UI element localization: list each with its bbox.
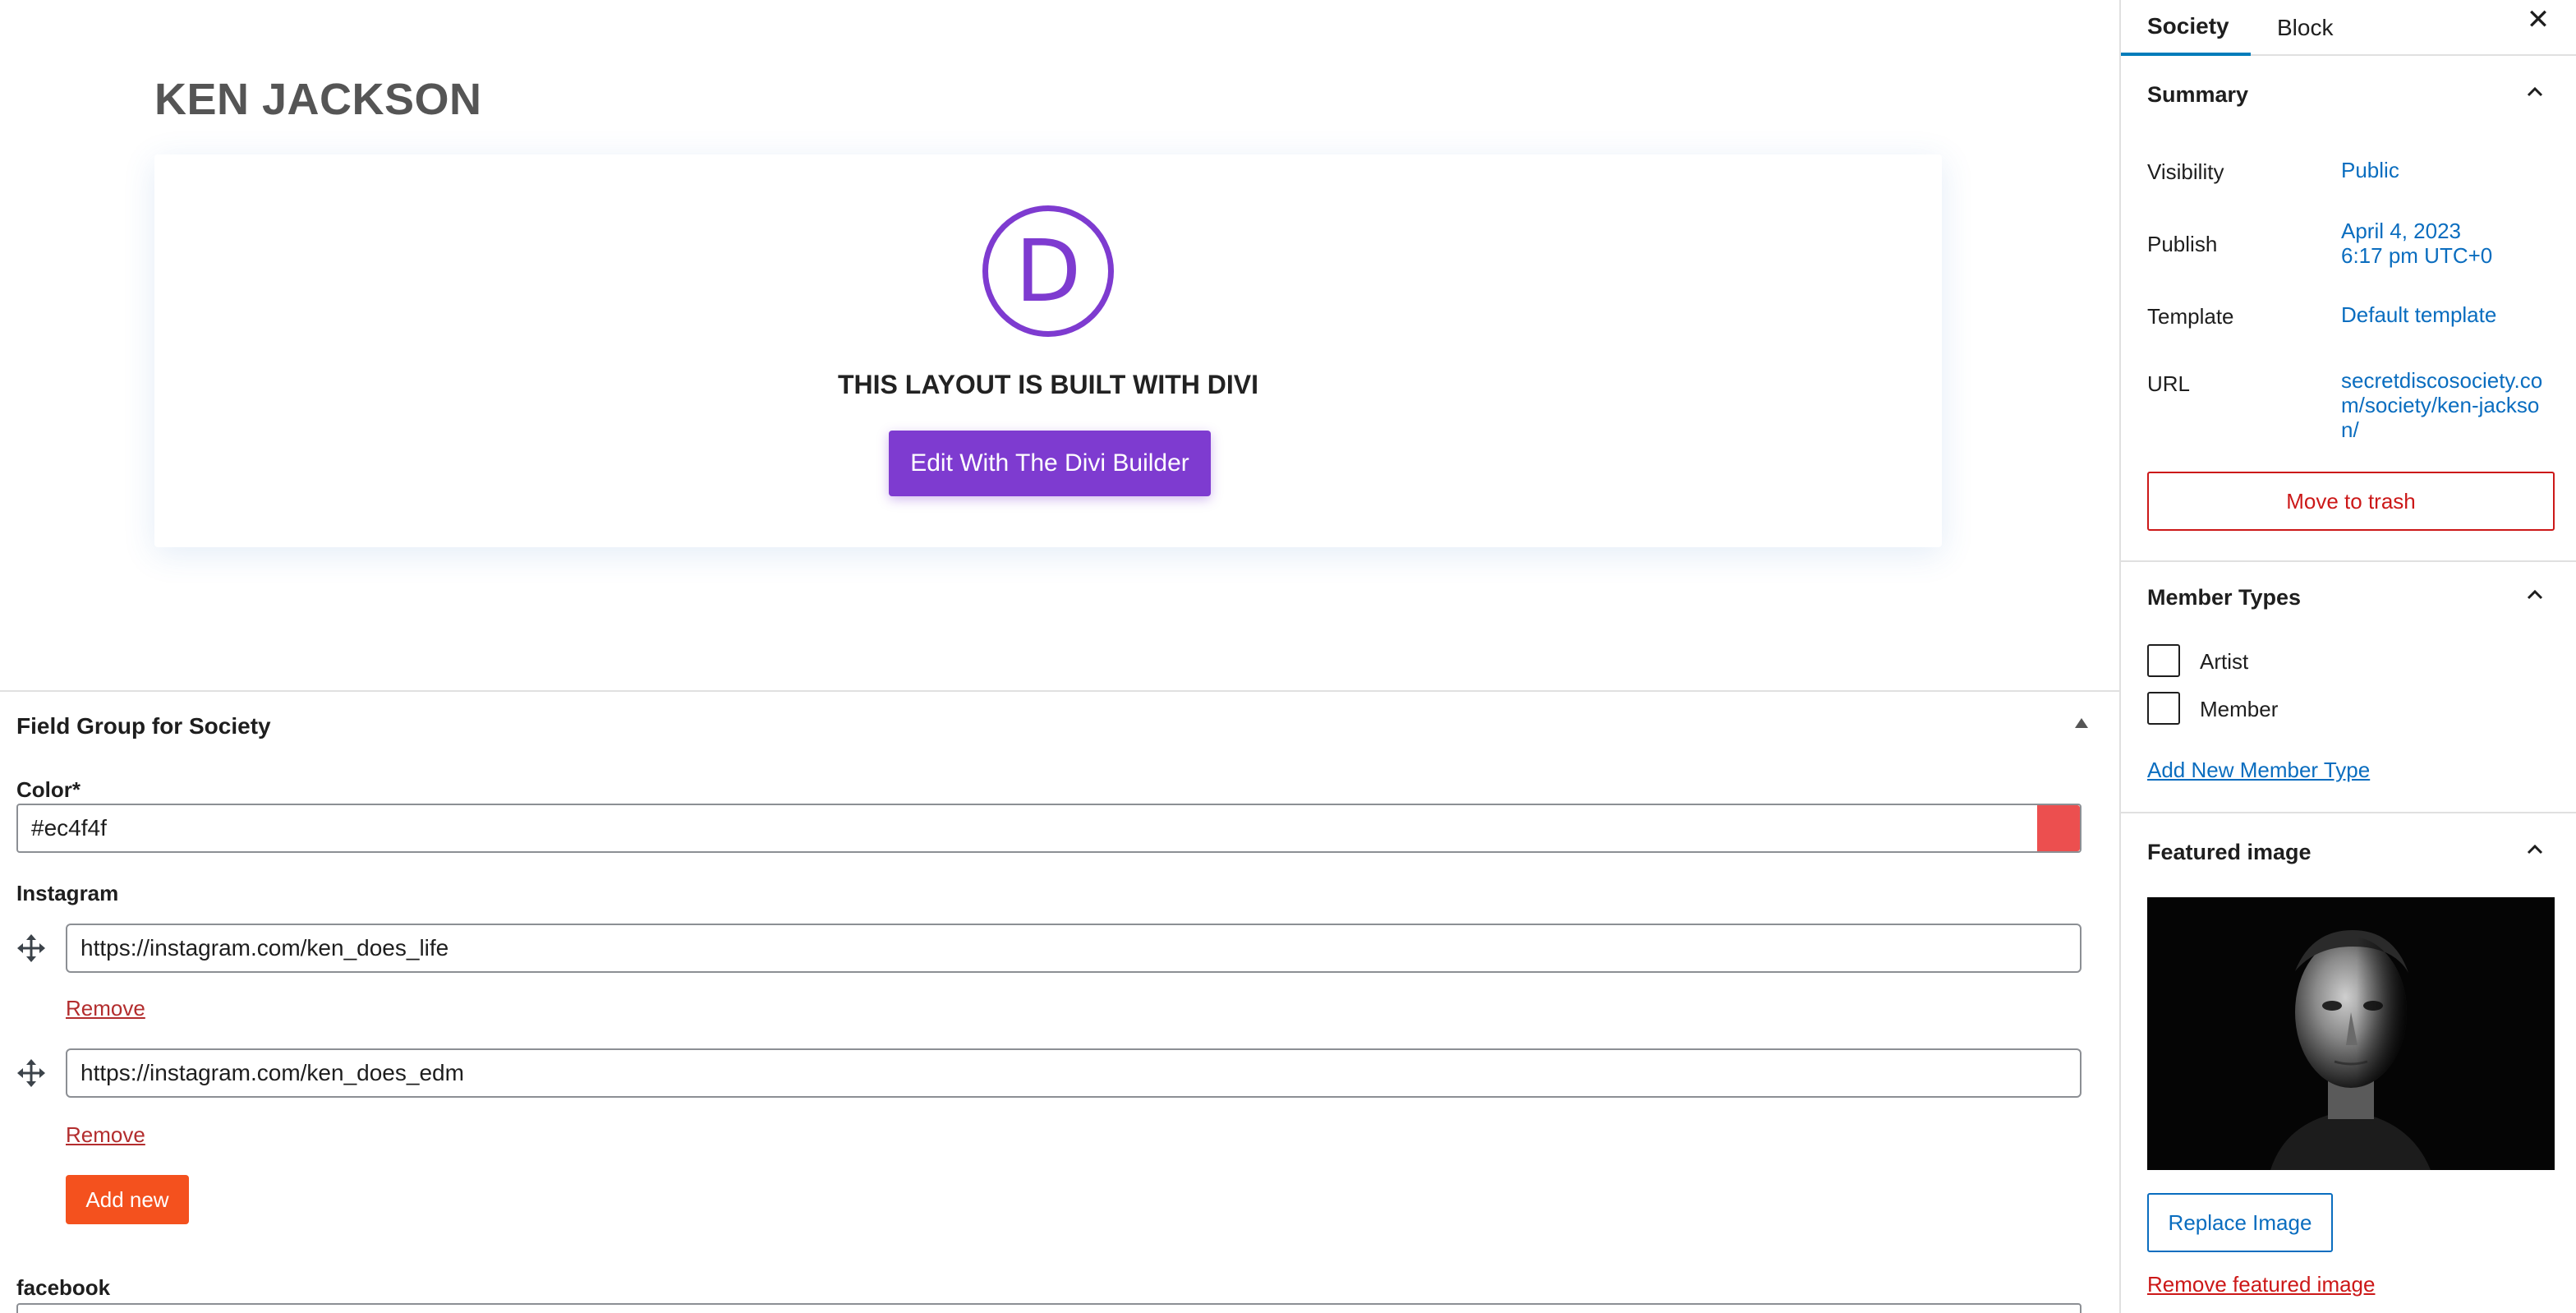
featured-image-thumbnail[interactable] [2147,897,2555,1170]
edit-with-divi-button[interactable]: Edit With The Divi Builder [889,431,1211,496]
artist-checkbox-label[interactable]: Artist [2200,649,2248,675]
remove-instagram-link[interactable]: Remove [66,996,145,1021]
portrait-image [2147,897,2555,1170]
summary-panel-title[interactable]: Summary [2147,82,2248,108]
move-to-trash-button[interactable]: Move to trash [2147,472,2555,531]
publish-date: April 4, 2023 [2341,219,2461,243]
instagram-url-input[interactable] [80,1050,2052,1096]
editor-canvas: KEN JACKSON D THIS LAYOUT IS BUILT WITH … [0,0,2119,1313]
featured-image-panel-title[interactable]: Featured image [2147,840,2312,865]
tab-block[interactable]: Block [2277,0,2333,56]
chevron-up-icon[interactable] [2525,82,2545,102]
divi-placeholder-card: D THIS LAYOUT IS BUILT WITH DIVI Edit Wi… [154,154,1942,547]
instagram-url-input[interactable] [80,925,2052,971]
template-label: Template [2147,304,2234,329]
facebook-label: facebook [16,1275,111,1300]
post-title[interactable]: KEN JACKSON [154,74,482,125]
sidebar-tabs: Society Block ✕ [2121,0,2576,56]
collapse-toggle-icon[interactable] [2075,718,2088,728]
publish-value[interactable]: April 4, 2023 6:17 pm UTC+0 [2341,219,2492,268]
add-new-member-type-link[interactable]: Add New Member Type [2147,758,2370,783]
drag-handle-icon[interactable] [16,1058,46,1088]
visibility-value[interactable]: Public [2341,158,2399,182]
url-label: URL [2147,371,2191,396]
color-field[interactable] [16,804,2082,853]
instagram-label: Instagram [16,881,119,905]
template-value[interactable]: Default template [2341,302,2496,327]
chevron-up-icon[interactable] [2525,585,2545,605]
tab-society[interactable]: Society [2121,0,2251,56]
divi-logo-icon: D [982,205,1114,337]
color-input[interactable] [31,805,2003,851]
member-types-panel-title[interactable]: Member Types [2147,585,2301,610]
close-icon[interactable]: ✕ [2522,3,2555,36]
color-field-label: Color* [16,777,80,802]
field-group-title: Field Group for Society [16,713,271,739]
panel-divider [2121,812,2576,813]
settings-sidebar: Society Block ✕ Summary Visibility Publi… [2119,0,2576,1313]
color-swatch[interactable] [2037,805,2080,851]
publish-label: Publish [2147,232,2218,256]
remove-instagram-link[interactable]: Remove [66,1122,145,1148]
instagram-url-field[interactable] [66,924,2082,973]
publish-time: 6:17 pm UTC+0 [2341,243,2493,268]
add-new-instagram-button[interactable]: Add new [66,1175,189,1224]
visibility-label: Visibility [2147,159,2224,184]
artist-checkbox[interactable] [2147,644,2180,677]
url-value[interactable]: secretdiscosociety.com/society/ken-jacks… [2341,368,2555,442]
instagram-url-field[interactable] [66,1048,2082,1098]
drag-handle-icon[interactable] [16,933,46,963]
divider [0,690,2119,692]
member-checkbox[interactable] [2147,692,2180,725]
member-checkbox-label[interactable]: Member [2200,697,2278,722]
facebook-url-field[interactable] [16,1303,2082,1313]
divi-layout-message: THIS LAYOUT IS BUILT WITH DIVI [838,370,1258,399]
chevron-up-icon[interactable] [2525,840,2545,859]
panel-divider [2121,560,2576,562]
replace-image-button[interactable]: Replace Image [2147,1193,2333,1252]
remove-featured-image-link[interactable]: Remove featured image [2147,1272,2375,1297]
